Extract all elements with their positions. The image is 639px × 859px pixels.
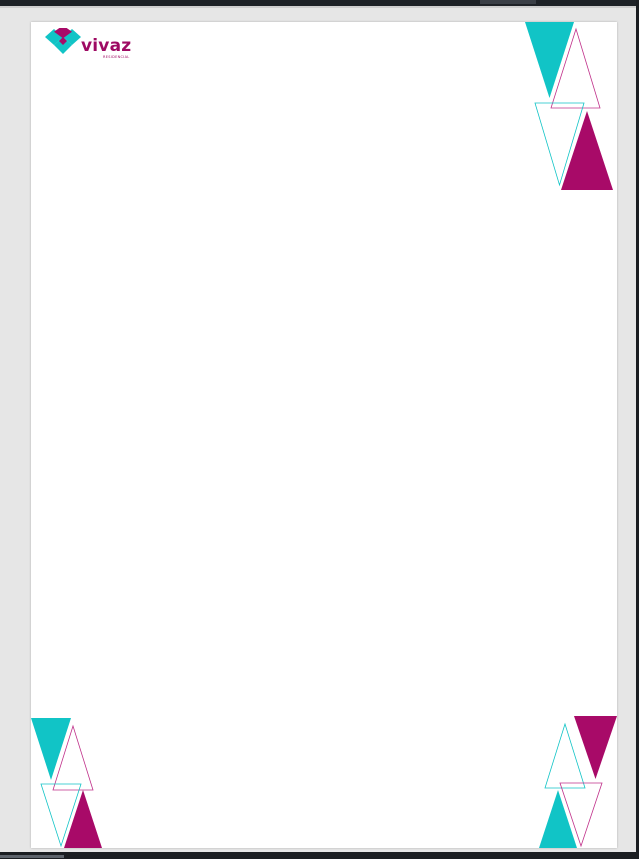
toolbar-shadow [0,6,639,8]
corner-triangles-top-right-icon [525,22,613,190]
horizontal-scrollbar-thumb[interactable] [0,855,64,858]
horizontal-scrollbar-track[interactable] [0,852,639,859]
corner-triangles-bottom-left-icon [31,718,102,848]
logo-tagline: RESIDENCIAL [103,55,130,59]
document-page: vivaz RESIDENCIAL [31,22,617,848]
vivaz-logo: vivaz RESIDENCIAL [45,28,155,68]
corner-triangles-bottom-right-icon [539,716,617,848]
toolbar-tab-indicator [480,0,536,4]
vivaz-logo-mark-icon [45,28,81,54]
document-viewer-window: vivaz RESIDENCIAL [0,0,639,859]
logo-wordmark: vivaz [81,36,132,56]
